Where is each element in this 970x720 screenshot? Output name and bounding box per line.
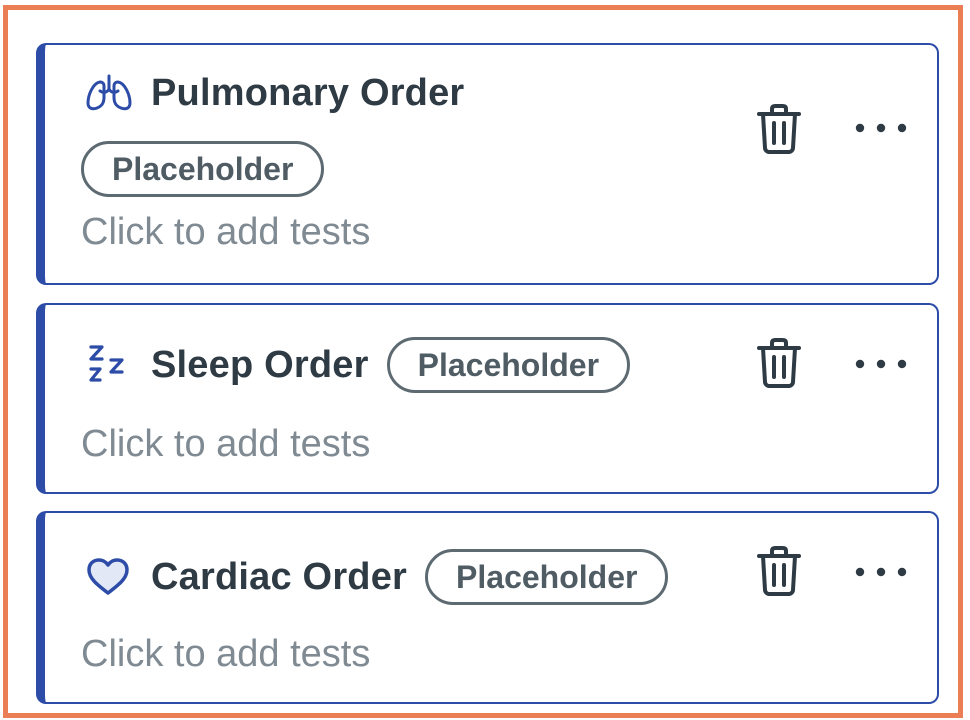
order-card-cardiac[interactable]: Cardiac Order Placeholder Click to add t…	[36, 511, 939, 704]
order-title: Cardiac Order	[151, 555, 408, 598]
trash-icon	[756, 337, 802, 394]
order-title-row: Sleep Order Placeholder	[85, 337, 631, 393]
trash-icon	[756, 545, 802, 602]
order-card-pulmonary[interactable]: Pulmonary Order Placeholder Click to add…	[36, 43, 939, 285]
add-tests-prompt[interactable]: Click to add tests	[81, 633, 370, 676]
more-horizontal-icon	[855, 120, 907, 138]
delete-order-button[interactable]	[749, 335, 809, 395]
order-title-row: Pulmonary Order	[85, 71, 464, 115]
sleep-zzz-icon	[85, 343, 137, 387]
more-options-button[interactable]	[851, 553, 911, 593]
heart-icon	[85, 555, 137, 599]
add-tests-prompt[interactable]: Click to add tests	[81, 423, 370, 466]
status-badge: Placeholder	[386, 337, 631, 393]
order-title-row: Cardiac Order Placeholder	[85, 549, 669, 605]
more-horizontal-icon	[855, 356, 907, 374]
lungs-icon	[85, 71, 137, 115]
status-badge: Placeholder	[425, 549, 669, 605]
order-title: Pulmonary Order	[151, 71, 465, 114]
delete-order-button[interactable]	[749, 101, 809, 161]
add-tests-prompt[interactable]: Click to add tests	[81, 211, 370, 254]
more-options-button[interactable]	[851, 345, 911, 385]
delete-order-button[interactable]	[749, 543, 809, 603]
trash-icon	[756, 103, 802, 160]
more-horizontal-icon	[855, 564, 907, 582]
order-title: Sleep Order	[151, 343, 369, 386]
order-card-sleep[interactable]: Sleep Order Placeholder Click to add tes…	[36, 303, 939, 494]
more-options-button[interactable]	[851, 109, 911, 149]
order-list-frame: Pulmonary Order Placeholder Click to add…	[3, 5, 963, 718]
status-badge: Placeholder	[81, 141, 325, 197]
